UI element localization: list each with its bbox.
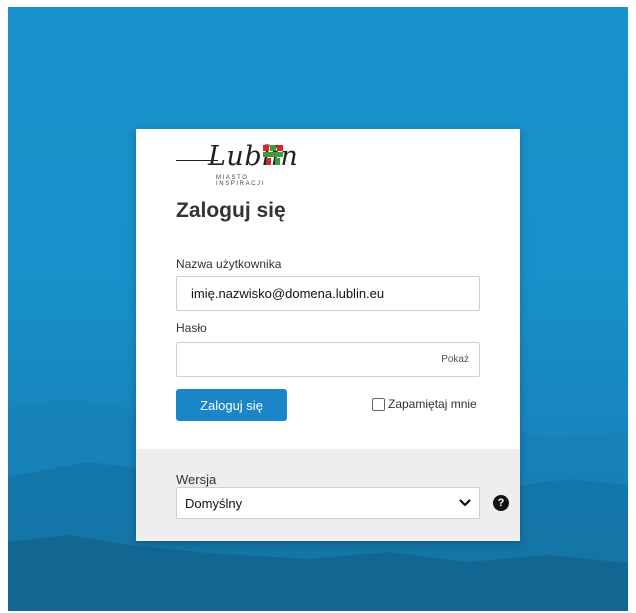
logo-text: Lublin bbox=[208, 141, 299, 172]
username-value: imię.nazwisko@domena.lublin.eu bbox=[191, 286, 385, 301]
login-button[interactable]: Zaloguj się bbox=[176, 389, 287, 421]
version-selected: Domyślny bbox=[185, 495, 243, 511]
login-card: Lublin MIASTO INSPIRACJI Zaloguj się Naz… bbox=[136, 129, 520, 541]
page-title: Zaloguj się bbox=[176, 199, 286, 222]
username-label: Nazwa użytkownika bbox=[176, 257, 282, 271]
show-password-button[interactable]: Pokaż bbox=[441, 354, 469, 365]
question-circle-icon[interactable]: ? bbox=[493, 495, 509, 511]
password-label: Hasło bbox=[176, 321, 207, 335]
chevron-down-icon bbox=[459, 499, 471, 507]
help-icon-glyph: ? bbox=[497, 497, 505, 509]
version-panel: Wersja Domyślny ? bbox=[136, 449, 520, 541]
lublin-crest-icon bbox=[263, 145, 283, 165]
remember-checkbox[interactable] bbox=[372, 397, 385, 411]
password-input[interactable]: Pokaż bbox=[176, 342, 480, 377]
login-panel: Lublin MIASTO INSPIRACJI Zaloguj się Naz… bbox=[136, 129, 520, 449]
version-label: Wersja bbox=[176, 472, 217, 487]
username-input[interactable]: imię.nazwisko@domena.lublin.eu bbox=[176, 276, 480, 311]
lublin-logo: Lublin MIASTO INSPIRACJI bbox=[176, 137, 299, 187]
logo-tagline: MIASTO INSPIRACJI bbox=[216, 175, 266, 187]
version-select[interactable]: Domyślny bbox=[176, 487, 480, 519]
remember-label: Zapamiętaj mnie bbox=[388, 397, 477, 411]
remember-me[interactable]: Zapamiętaj mnie bbox=[372, 397, 477, 411]
